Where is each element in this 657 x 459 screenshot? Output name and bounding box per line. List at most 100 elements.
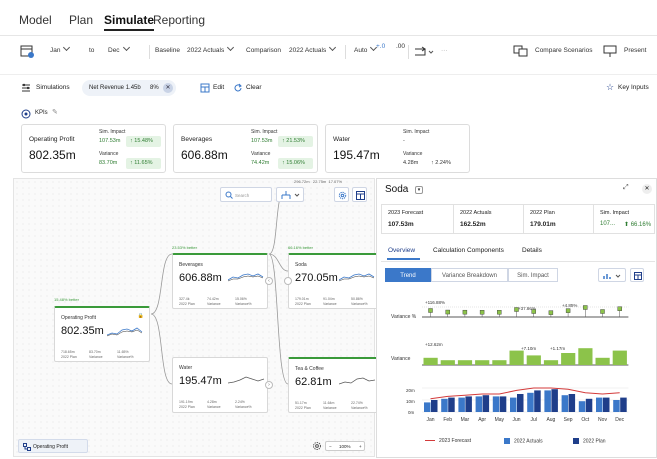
x-tick: May: [495, 417, 505, 423]
variance-pct-value: 2.24%: [435, 160, 451, 166]
search-placeholder: Search: [235, 193, 250, 198]
from-select[interactable]: Jan: [50, 43, 71, 54]
kpi-card-beverages[interactable]: Beverages 606.88m Sim. Impact 107.53m ↑ …: [173, 124, 318, 173]
connector-dot: [284, 277, 292, 285]
key-inputs-button[interactable]: Key Inputs: [618, 84, 649, 91]
chip-value-3: 17.07%: [328, 179, 343, 184]
gear-icon: [338, 191, 347, 200]
variance-pct-marker: [462, 309, 468, 315]
variance-pct-marker: [583, 305, 588, 310]
decimal-increase-button[interactable]: +.0: [376, 43, 385, 50]
tab-model[interactable]: Model: [19, 13, 52, 27]
variance-pct-marker: [479, 310, 485, 315]
breadcrumb-root[interactable]: Operating Profit: [18, 439, 88, 453]
sim-impact-pct: 21.53%: [286, 138, 305, 144]
node-water[interactable]: Water 195.47m 191.19m 2022 Plan 4.28m Vari…: [172, 357, 268, 413]
clear-button[interactable]: Clear: [246, 84, 262, 91]
node-metric: 11.65% Variance%: [117, 350, 134, 360]
decimal-value: .00: [396, 43, 406, 50]
to-select[interactable]: Dec: [108, 43, 130, 54]
detail-panel: Soda ▾ ⤢ ✕ 2023 Forecast 107.53m 2022 Ac…: [376, 178, 657, 458]
present-icon: [603, 45, 617, 57]
metric-label: Variance: [323, 302, 337, 306]
baseline-select[interactable]: 2022 Actuals: [187, 43, 235, 54]
x-tick: Dec: [615, 417, 624, 423]
swap-icon[interactable]: [413, 45, 435, 59]
sim-impact-value: 107.53m: [99, 138, 121, 144]
zoom-out-button[interactable]: −: [329, 442, 332, 451]
simulations-label[interactable]: Simulations: [36, 84, 70, 91]
simulation-pill[interactable]: Net Revenue 1.45b 8% ✕: [82, 80, 176, 96]
overflow-chip: 296.72m 22.75m 17.07%: [294, 179, 342, 184]
decimal-value-button[interactable]: .00: [396, 43, 406, 50]
metric-label: 2022 Plan: [295, 406, 311, 410]
gear-icon[interactable]: [312, 441, 322, 451]
table-icon: [200, 83, 210, 93]
variance-pct-marker: [514, 307, 519, 312]
variance-badge: ↑ 11.65%: [126, 158, 161, 169]
pill-pct: 8%: [150, 85, 159, 91]
x-tick: Jul: [530, 417, 536, 423]
node-beverages[interactable]: Beverages 606.88m 327.4k 2022 Plan 74.42m…: [172, 253, 268, 309]
collapse-button[interactable]: ‹: [265, 277, 273, 285]
node-metric: 327.4k 2022 Plan: [179, 297, 195, 307]
node-soda[interactable]: Soda 270.05m 179.01m 2022 Plan 91.04m Vari…: [288, 253, 378, 309]
pencil-icon[interactable]: ✎: [52, 108, 58, 116]
bar-variance: [492, 360, 507, 365]
search-input[interactable]: Search: [220, 187, 272, 202]
bar-plan: [482, 395, 490, 412]
variance-pct: 11.65%: [134, 160, 153, 166]
chevron-down-icon: [227, 43, 235, 52]
bar-plan: [499, 396, 507, 412]
tab-reporting[interactable]: Reporting: [153, 13, 205, 27]
variance-pct-marker: [617, 306, 622, 311]
calendar-icon[interactable]: [20, 44, 34, 58]
bar-variance: [543, 360, 559, 365]
legend-label: 2022 Actuals: [514, 438, 543, 445]
chevron-down-icon: [63, 43, 71, 52]
bar-actuals: [596, 397, 603, 412]
close-icon[interactable]: ✕: [163, 83, 173, 93]
settings-button[interactable]: [334, 187, 349, 202]
present-button[interactable]: Present: [624, 47, 646, 54]
legend-label: 2023 Forecast: [439, 438, 471, 444]
kpi-name: Beverages: [181, 136, 213, 143]
kpis-header: KPIs: [35, 110, 48, 116]
kpi-card-operating-profit[interactable]: Operating Profit 802.35m Sim. Impact 107…: [21, 124, 166, 173]
edit-button[interactable]: Edit: [213, 84, 224, 91]
node-title: Operating Profit: [61, 315, 97, 321]
to-label: to: [89, 47, 95, 54]
zoom-control: − 100% +: [325, 441, 365, 451]
bar-plan: [603, 397, 610, 412]
x-tick: Mar: [461, 417, 470, 423]
auto-select[interactable]: Auto: [354, 43, 378, 54]
node-metric: 22.74% Variance%: [351, 401, 368, 411]
variance-value: 4.28m: [403, 160, 419, 166]
model-canvas[interactable]: 296.72m 22.75m 17.07% Search 15.48% bett…: [13, 178, 378, 457]
more-icon[interactable]: ···: [441, 47, 448, 54]
kpi-value: 802.35m: [29, 148, 76, 162]
kpi-section: KPIs ✎ Operating Profit 802.35m Sim. Imp…: [0, 104, 657, 176]
comparison-select[interactable]: 2022 Actuals: [289, 43, 337, 54]
tab-simulate[interactable]: Simulate: [104, 13, 155, 31]
compare-scenarios-button[interactable]: Compare Scenarios: [535, 47, 592, 54]
kpi-card-water[interactable]: Water 195.47m Sim. Impact - Variance 4.2…: [325, 124, 470, 173]
expand-button[interactable]: ›: [265, 381, 273, 389]
tab-plan[interactable]: Plan: [69, 13, 93, 27]
grid-view-button[interactable]: [352, 187, 367, 202]
zoom-in-button[interactable]: +: [359, 442, 362, 451]
node-metric: 191.19m 2022 Plan: [179, 400, 195, 410]
node-metric: 83.70m Variance: [89, 350, 103, 360]
sparkline: [339, 377, 376, 385]
chip-value-2: 22.75m: [312, 179, 327, 184]
node-operating-profit[interactable]: Operating Profit 🔒 802.35m 718.65m 2022 P…: [54, 306, 150, 362]
variance-label: Variance: [99, 151, 119, 157]
metric-label: Variance: [89, 355, 103, 359]
hierarchy-icon: [281, 191, 300, 199]
layout-select[interactable]: [276, 187, 304, 202]
bar-variance: [578, 348, 593, 365]
breadcrumb-label: Operating Profit: [33, 444, 69, 450]
metric-label: Variance%: [235, 302, 252, 306]
bar-plan: [620, 397, 627, 412]
node-tea-coffee[interactable]: Tea & Coffee 62.81m 51.17m 2022 Plan 11.6…: [288, 357, 378, 413]
